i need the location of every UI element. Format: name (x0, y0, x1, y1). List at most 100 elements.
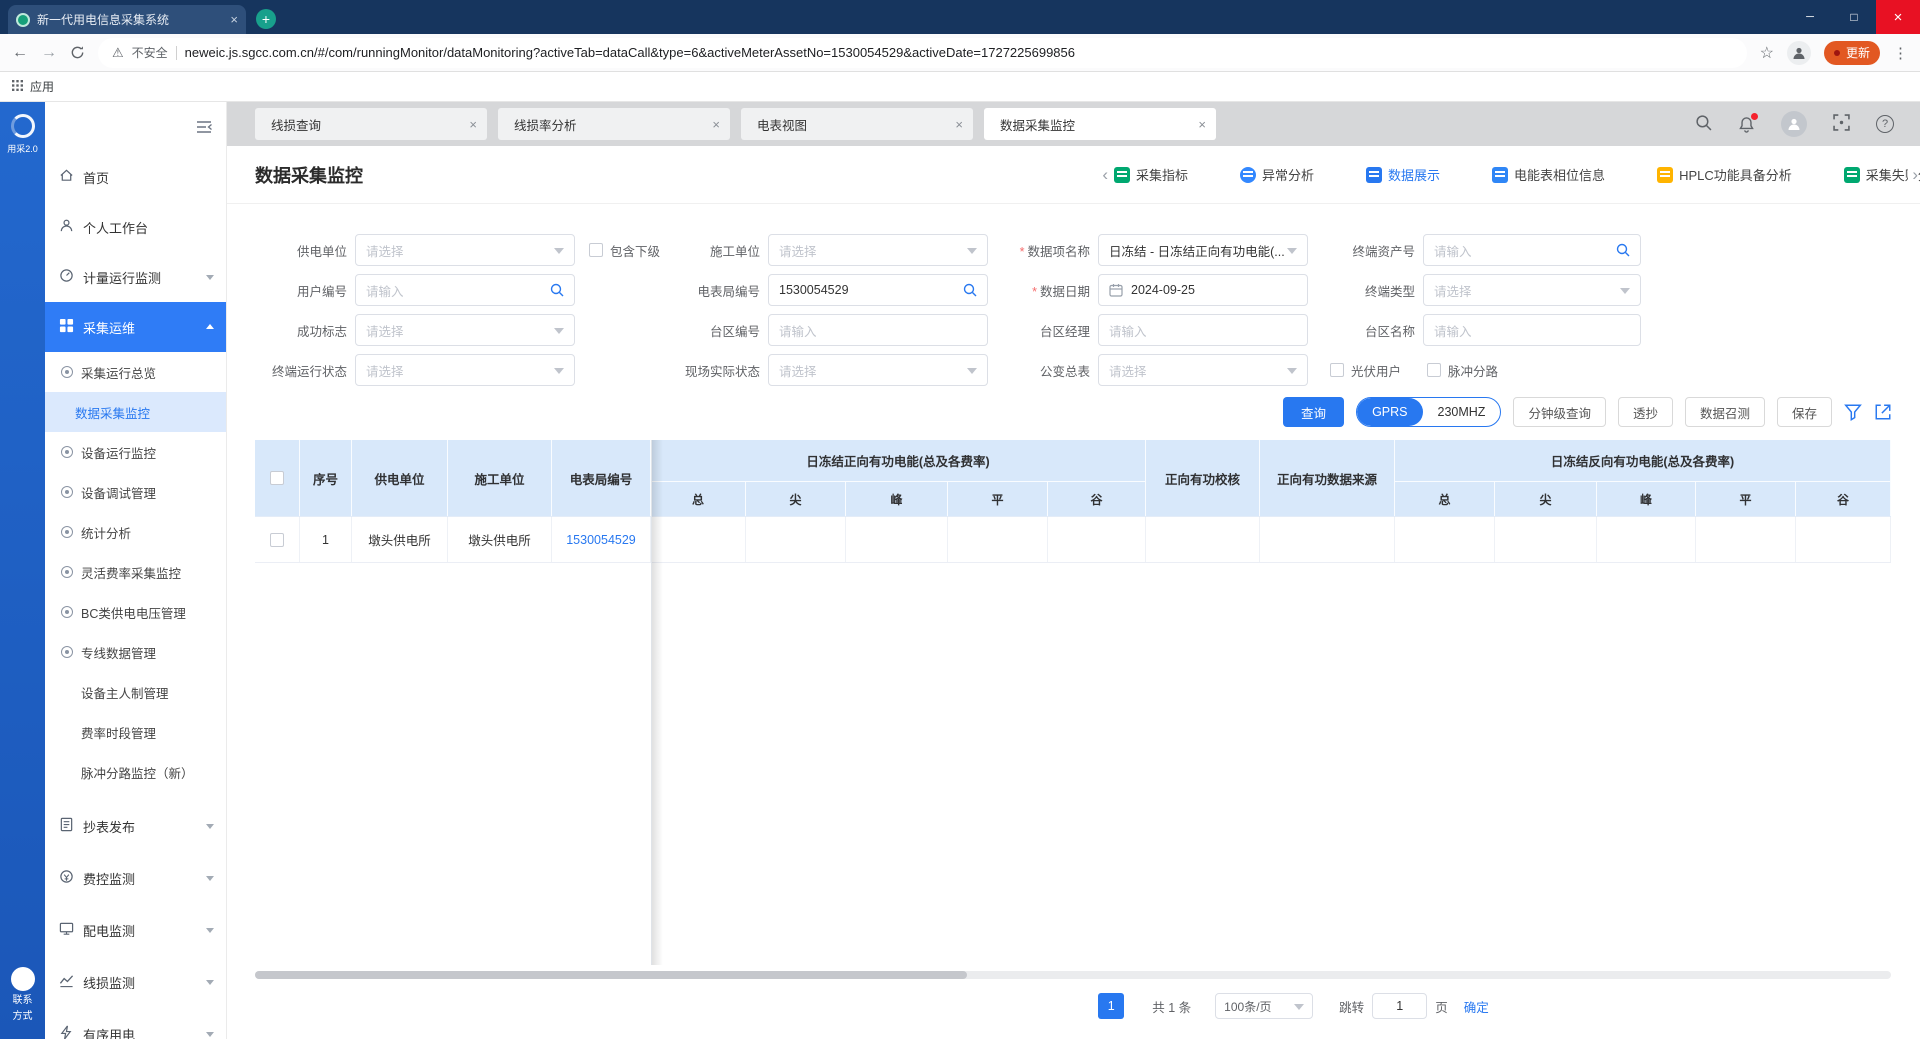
total-count-label: 共 1 条 (1152, 1000, 1192, 1015)
meter-no-input[interactable]: 1530054529 (768, 274, 988, 306)
confirm-button[interactable]: 确定 (1464, 997, 1489, 1016)
submenu-item-stats[interactable]: 统计分析 (45, 512, 226, 552)
success-flag-select[interactable]: 请选择 (355, 314, 575, 346)
read-through-button[interactable]: 透抄 (1617, 397, 1673, 427)
minute-query-button[interactable]: 分钟级查询 (1513, 397, 1606, 427)
gprs-toggle-option[interactable]: GPRS (1357, 398, 1423, 426)
user-avatar[interactable] (1781, 111, 1807, 137)
maximize-icon[interactable] (1832, 0, 1876, 34)
sidebar-item-collection[interactable]: 采集运维 (45, 302, 226, 352)
supply-unit-select[interactable]: 请选择 (355, 234, 575, 266)
page-tab-data-display[interactable]: 数据展示 (1366, 165, 1440, 184)
update-button[interactable]: 更新 (1823, 40, 1880, 65)
search-icon[interactable] (1695, 114, 1712, 134)
chevron-left-icon[interactable] (1096, 165, 1114, 185)
sidebar-item-home[interactable]: 首页 (45, 152, 226, 202)
search-icon[interactable] (963, 283, 977, 297)
terminal-status-select[interactable]: 请选择 (355, 354, 575, 386)
scan-icon[interactable] (1833, 114, 1850, 134)
data-item-select[interactable]: 日冻结 - 日冻结正向有功电能(... (1098, 234, 1308, 266)
submenu-item-bc-voltage[interactable]: BC类供电电压管理 (45, 592, 226, 632)
select-all-checkbox[interactable] (270, 471, 284, 485)
chevron-down-icon (1287, 367, 1297, 379)
sidebar-item-fee-control[interactable]: 费控监测 (45, 852, 226, 904)
sidebar-item-meter-reading[interactable]: 抄表发布 (45, 800, 226, 852)
station-name-input[interactable]: 请输入 (1423, 314, 1641, 346)
export-icon[interactable] (1874, 403, 1892, 421)
submenu-item-data-monitoring[interactable]: 数据采集监控 (45, 392, 226, 432)
page-tab-collection-indicator[interactable]: 采集指标 (1114, 165, 1188, 184)
sidebar-item-orderly-power[interactable]: 有序用电 (45, 1008, 226, 1039)
pv-user-checkbox[interactable]: 光伏用户 (1330, 361, 1401, 380)
submenu-label: BC类供电电压管理 (81, 606, 186, 621)
row-checkbox[interactable] (270, 532, 284, 547)
workspace-tab-meter-view[interactable]: 电表视图 (741, 108, 973, 140)
submenu-item-device-monitor[interactable]: 设备运行监控 (45, 432, 226, 472)
save-button[interactable]: 保存 (1776, 397, 1832, 427)
tab-close-icon[interactable] (1198, 117, 1206, 132)
mhz-toggle-option[interactable]: 230MHZ (1423, 398, 1501, 426)
horizontal-scrollbar-thumb[interactable] (255, 971, 967, 979)
page-size-select[interactable]: 100条/页 (1215, 993, 1314, 1019)
sidebar-item-distribution[interactable]: 配电监测 (45, 904, 226, 956)
filter-funnel-icon[interactable] (1844, 403, 1862, 421)
minimize-icon[interactable] (1788, 0, 1832, 34)
meter-no-link[interactable]: 1530054529 (552, 517, 651, 562)
forward-icon[interactable] (41, 44, 57, 62)
tab-close-icon[interactable] (712, 117, 720, 132)
public-transformer-select[interactable]: 请选择 (1098, 354, 1308, 386)
terminal-asset-input[interactable]: 请输入 (1423, 234, 1641, 266)
page-number-button[interactable]: 1 (1098, 993, 1125, 1019)
submenu-item-rate-period[interactable]: 费率时段管理 (45, 712, 226, 752)
workspace-tab-data-monitoring[interactable]: 数据采集监控 (984, 108, 1216, 140)
station-manager-input[interactable]: 请输入 (1098, 314, 1308, 346)
query-button[interactable]: 查询 (1283, 397, 1345, 427)
tab-close-icon[interactable] (469, 117, 477, 132)
page-tab-hplc-analysis[interactable]: HPLC功能具备分析 (1657, 165, 1792, 184)
page-tab-anomaly-analysis[interactable]: 异常分析 (1240, 165, 1314, 184)
include-sub-checkbox[interactable]: 包含下级 (589, 241, 660, 260)
pulse-branch-checkbox[interactable]: 脉冲分路 (1427, 361, 1498, 380)
user-no-input[interactable]: 请输入 (355, 274, 575, 306)
submenu-item-device-debug[interactable]: 设备调试管理 (45, 472, 226, 512)
workspace-tab-line-loss-analysis[interactable]: 线损率分析 (498, 108, 730, 140)
new-tab-icon[interactable] (256, 9, 276, 29)
search-icon[interactable] (1616, 243, 1630, 257)
help-icon[interactable] (1876, 115, 1894, 133)
sidebar-item-line-loss[interactable]: 线损监测 (45, 956, 226, 1008)
bookmark-star-icon[interactable] (1760, 43, 1774, 63)
submenu-item-device-owner[interactable]: 设备主人制管理 (45, 672, 226, 712)
submenu-item-overview[interactable]: 采集运行总览 (45, 352, 226, 392)
profile-icon[interactable] (1786, 40, 1811, 65)
close-icon[interactable] (1876, 0, 1920, 34)
contact-widget[interactable]: 联系 方式 (10, 967, 35, 1023)
data-call-button[interactable]: 数据召测 (1684, 397, 1765, 427)
collapse-menu-icon[interactable] (196, 120, 212, 137)
bell-icon[interactable] (1738, 112, 1758, 133)
data-date-picker[interactable]: 2024-09-25 (1098, 274, 1308, 306)
search-icon[interactable] (550, 283, 564, 297)
tab-close-icon[interactable] (955, 117, 963, 132)
back-icon[interactable] (12, 44, 28, 62)
construction-unit-select[interactable]: 请选择 (768, 234, 988, 266)
browser-tab[interactable]: 新一代用电信息采集系统 (8, 5, 246, 34)
sidebar-item-workbench[interactable]: 个人工作台 (45, 202, 226, 252)
sidebar-item-label: 抄表发布 (83, 819, 136, 835)
chevron-right-icon[interactable] (1908, 162, 1918, 187)
refresh-icon[interactable] (70, 45, 85, 60)
apps-label[interactable]: 应用 (30, 78, 54, 95)
station-no-input[interactable]: 请输入 (768, 314, 988, 346)
submenu-item-dedicated-line[interactable]: 专线数据管理 (45, 632, 226, 672)
submenu-item-flexible-rate[interactable]: 灵活费率采集监控 (45, 552, 226, 592)
sidebar-item-metering[interactable]: 计量运行监测 (45, 252, 226, 302)
workspace-tab-line-loss-query[interactable]: 线损查询 (255, 108, 487, 140)
apps-grid-icon[interactable] (12, 79, 23, 94)
terminal-type-select[interactable]: 请选择 (1423, 274, 1641, 306)
tab-close-icon[interactable] (230, 12, 238, 27)
address-bar[interactable]: 不安全 neweic.js.sgcc.com.cn/#/com/runningM… (98, 37, 1747, 68)
page-tab-phase-info[interactable]: 电能表相位信息 (1492, 165, 1605, 184)
site-actual-status-select[interactable]: 请选择 (768, 354, 988, 386)
jump-page-input[interactable]: 1 (1372, 993, 1428, 1019)
submenu-item-pulse-branch[interactable]: 脉冲分路监控（新） (45, 752, 226, 792)
browser-menu-icon[interactable] (1893, 44, 1908, 62)
